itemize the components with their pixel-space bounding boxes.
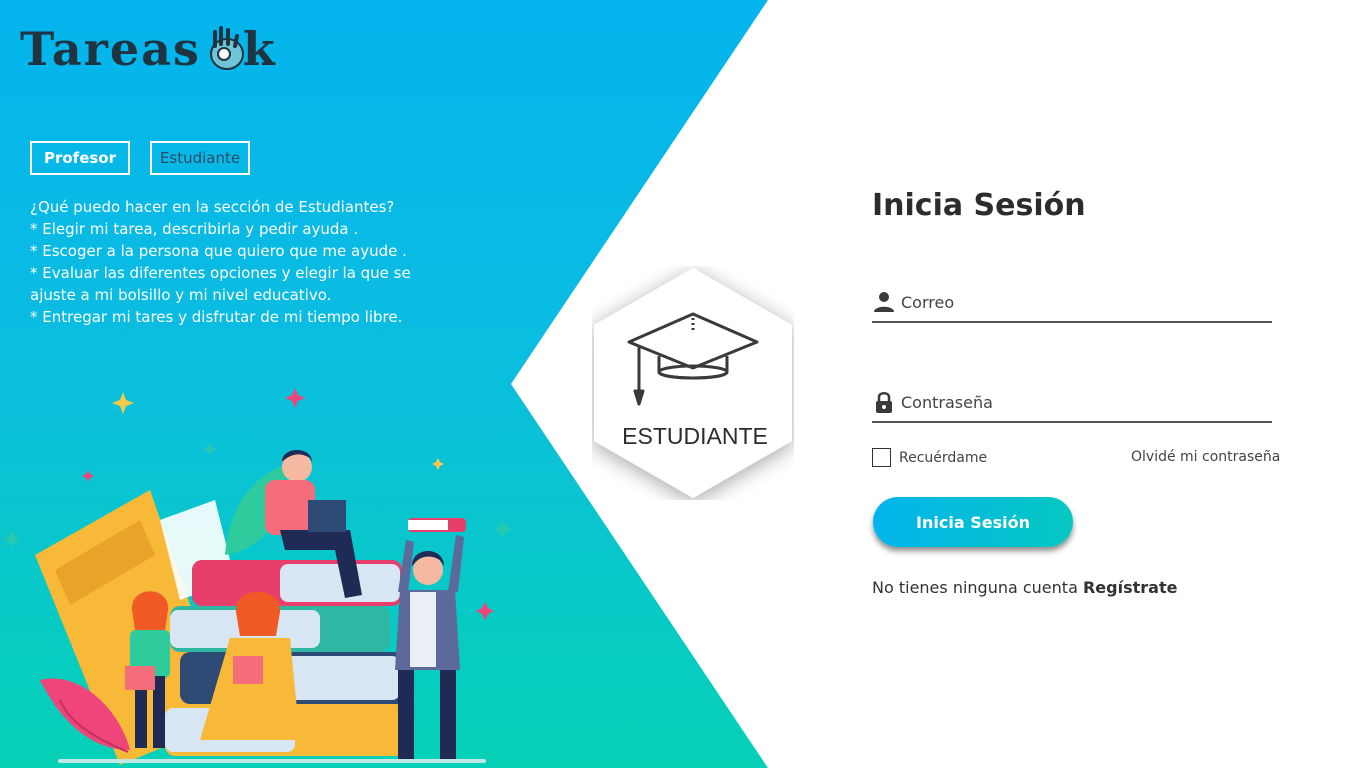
remember-checkbox[interactable] (872, 448, 891, 467)
register-prompt: No tienes ninguna cuenta (872, 578, 1078, 597)
brand-suffix: k (242, 22, 275, 76)
role-tabs: Profesor Estudiante (30, 141, 250, 175)
info-line: * Escoger a la persona que quiero que me… (30, 242, 407, 260)
role-badge: ESTUDIANTE (594, 268, 792, 498)
forgot-password-link[interactable]: Olvidé mi contraseña (1131, 449, 1280, 465)
register-link[interactable]: Regístrate (1083, 578, 1177, 597)
tab-estudiante[interactable]: Estudiante (150, 141, 250, 175)
info-line: ¿Qué puedo hacer en la sección de Estudi… (30, 198, 395, 216)
user-icon (874, 292, 894, 312)
brand-logo[interactable]: Tareas k (20, 22, 275, 76)
info-line: * Elegir mi tarea, describirla y pedir a… (30, 220, 359, 238)
badge-label: ESTUDIANTE (622, 423, 768, 449)
tab-profesor[interactable]: Profesor (30, 141, 130, 175)
students-illustration (3, 388, 512, 765)
email-input[interactable] (901, 292, 1261, 312)
info-line: * Evaluar las diferentes opciones y eleg… (30, 264, 411, 304)
ok-hand-icon (209, 26, 244, 70)
student-info: ¿Qué puedo hacer en la sección de Estudi… (30, 196, 430, 328)
brand-name: Tareas (20, 22, 201, 76)
login-button[interactable]: Inicia Sesión (873, 497, 1073, 547)
login-title: Inicia Sesión (872, 188, 1086, 223)
password-input[interactable] (901, 392, 1261, 412)
register-row: No tienes ninguna cuenta Regístrate (872, 578, 1177, 597)
password-field[interactable] (872, 383, 1272, 423)
info-line: * Entregar mi tares y disfrutar de mi ti… (30, 308, 403, 326)
remember-label: Recuérdame (899, 449, 988, 466)
login-page: Tareas k Profesor Estudiante ¿Qué puedo … (0, 0, 1366, 768)
lock-icon (876, 392, 892, 413)
email-field[interactable] (872, 283, 1272, 323)
remember-me[interactable]: Recuérdame (872, 448, 987, 467)
